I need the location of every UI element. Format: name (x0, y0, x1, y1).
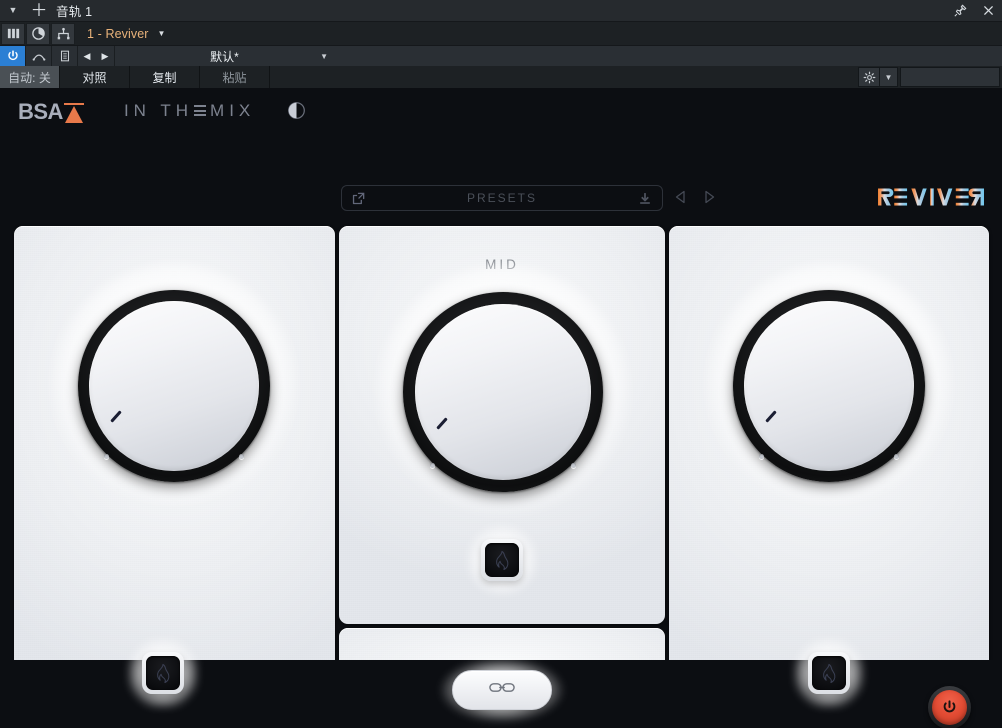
host-preset-bar: ◀ ▶ 默认* ▼ (0, 46, 1002, 66)
link-chain-icon (489, 681, 515, 699)
next-preset-icon[interactable] (701, 189, 717, 205)
knob-face (89, 301, 259, 471)
chevron-down-icon[interactable]: ▼ (320, 52, 328, 61)
host-titlebar: ▼ ＋ 音轨 1 (0, 0, 1002, 22)
tagline-part-1: IN TH (123, 100, 194, 120)
host-fx-bar: 1 - Reviver ▼ (0, 22, 1002, 46)
presets-bar[interactable]: PRESETS (341, 185, 663, 211)
flame-icon (485, 543, 519, 577)
flame-icon (146, 656, 180, 690)
fire-pad (481, 539, 523, 581)
routing-circle-icon[interactable] (26, 22, 50, 45)
knob-min-dot (430, 463, 435, 468)
link-bands-button[interactable] (440, 658, 564, 722)
gear-icon[interactable] (858, 67, 880, 87)
knob-mid[interactable] (377, 266, 629, 518)
automation-mode-button[interactable]: 自动: 关 (0, 66, 60, 88)
host-preset-select[interactable]: 默认* ▼ (114, 46, 334, 66)
reviver-logo: REVIVER (878, 187, 984, 207)
plugin-window: ▼ ＋ 音轨 1 1 - Reviver ▼ ◀ ▶ 默认* ▼ 自动: 关 对… (0, 0, 1002, 728)
mixer-bars-icon[interactable] (1, 22, 25, 45)
knob-low[interactable] (52, 264, 296, 508)
flame-icon (812, 656, 846, 690)
host-settings-field[interactable] (900, 67, 1000, 87)
host-preset-name: 默认* (210, 49, 239, 64)
knob-face (744, 301, 914, 471)
knob-max-dot (571, 463, 576, 468)
compare-button[interactable]: 对照 (60, 66, 130, 88)
pin-icon[interactable] (946, 0, 974, 22)
fire-button-low[interactable] (128, 638, 198, 708)
knob-min-dot (759, 454, 764, 459)
equalizer-glyph-icon (194, 105, 207, 116)
prev-preset-icon[interactable] (673, 189, 689, 205)
close-icon[interactable] (974, 0, 1002, 22)
chevron-down-icon[interactable]: ▼ (158, 29, 166, 38)
preset-prev-button[interactable]: ◀ (78, 46, 96, 66)
fx-slot-name[interactable]: 1 - Reviver (87, 27, 149, 41)
fx-chain-icon[interactable] (51, 22, 75, 45)
knob-face (415, 304, 591, 480)
copy-button[interactable]: 复制 (130, 66, 200, 88)
host-automation-bar: 自动: 关 对照 复制 粘贴 ▼ (0, 66, 1002, 88)
link-pill (452, 670, 552, 710)
plugin-header: BSA IN TH MIX (0, 88, 1002, 133)
power-icon (932, 690, 967, 725)
open-external-icon[interactable] (351, 191, 366, 206)
envelope-curve-icon[interactable] (26, 46, 52, 66)
knob-max-dot (894, 454, 899, 459)
triangle-down-icon[interactable]: ▼ (0, 0, 26, 22)
fx-bypass-power-button[interactable] (0, 46, 26, 66)
knob-max-dot (239, 454, 244, 459)
presets-label: PRESETS (466, 191, 537, 205)
reviver-plugin: BSA IN TH MIX PRESETS MID (0, 88, 1002, 728)
knob-min-dot (104, 454, 109, 459)
band-panel-mid: MID (339, 226, 665, 624)
bsa-logo[interactable]: BSA (18, 98, 84, 124)
download-icon[interactable] (638, 191, 652, 206)
plus-icon[interactable]: ＋ (26, 0, 52, 22)
tagline: IN TH MIX (124, 101, 255, 121)
settings-chevron-down-icon[interactable]: ▼ (880, 67, 898, 87)
knob-high[interactable] (707, 264, 951, 508)
band-panel-low: LOW (14, 226, 335, 728)
preset-list-icon[interactable] (52, 46, 78, 66)
fire-pad (142, 652, 184, 694)
preset-next-button[interactable]: ▶ (96, 46, 114, 66)
host-settings-group: ▼ (858, 67, 1000, 87)
bsa-logo-text: BSA (18, 98, 63, 124)
window-title: 音轨 1 (56, 5, 93, 19)
fire-button-high[interactable] (794, 638, 864, 708)
band-panel-high: HIGH (669, 226, 989, 728)
contrast-icon[interactable] (285, 100, 307, 122)
fire-button-mid[interactable] (467, 525, 537, 595)
fire-pad (808, 652, 850, 694)
tagline-part-2: MIX (210, 100, 256, 120)
bsa-triangle-icon (63, 100, 84, 124)
paste-button[interactable]: 粘贴 (200, 66, 270, 88)
power-button[interactable] (928, 686, 971, 728)
